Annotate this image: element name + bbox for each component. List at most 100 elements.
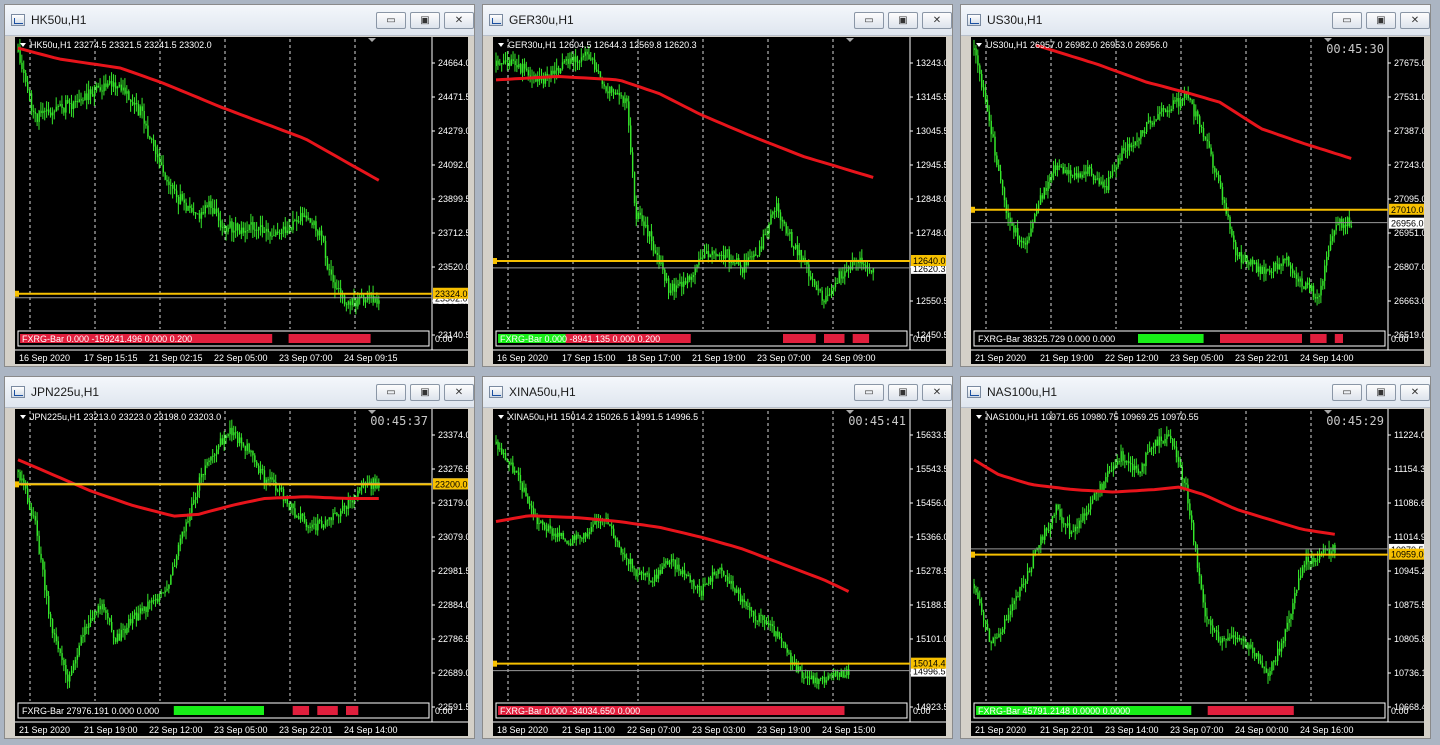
price-chart[interactable]: 13243.0 13145.5 13045.5 12945.5 12848.0 12748… xyxy=(493,37,946,364)
price-tick-label: 11224.00 xyxy=(1394,430,1424,440)
candle-body xyxy=(252,450,254,456)
candle-body xyxy=(139,608,142,614)
close-button[interactable]: ✕ xyxy=(922,12,952,29)
minimize-button[interactable]: ▭ xyxy=(854,384,884,401)
candle-body xyxy=(1127,143,1129,151)
candlesticks xyxy=(17,38,380,315)
maximize-button[interactable]: ▣ xyxy=(410,384,440,401)
chart-shift-marker-icon[interactable] xyxy=(846,38,854,42)
maximize-button[interactable]: ▣ xyxy=(1366,384,1396,401)
candle-body xyxy=(1240,638,1243,640)
close-button[interactable]: ✕ xyxy=(1400,384,1430,401)
minimize-button[interactable]: ▭ xyxy=(854,12,884,29)
close-button[interactable]: ✕ xyxy=(444,12,474,29)
candle-body xyxy=(1206,616,1208,620)
window-titlebar[interactable]: HK50u,H1 ▭ ▣ ✕ xyxy=(5,5,474,36)
maximize-button[interactable]: ▣ xyxy=(888,384,918,401)
maximize-button[interactable]: ▣ xyxy=(888,12,918,29)
minimize-button[interactable]: ▭ xyxy=(1332,12,1362,29)
maximize-button[interactable]: ▣ xyxy=(1366,12,1396,29)
candle-body xyxy=(781,220,784,222)
close-button[interactable]: ✕ xyxy=(922,384,952,401)
window-titlebar[interactable]: GER30u,H1 ▭ ▣ ✕ xyxy=(483,5,952,36)
ask-line-handle[interactable] xyxy=(15,290,19,297)
candle-body xyxy=(1246,255,1248,262)
chart-window-nas100[interactable]: NAS100u,H1 ▭ ▣ ✕ 11224.00 11154.30 11086.6… xyxy=(960,376,1431,739)
candle-body xyxy=(831,672,833,675)
candle-body xyxy=(1254,262,1256,265)
ask-line-handle[interactable] xyxy=(493,258,497,265)
ask-line-handle[interactable] xyxy=(971,206,975,213)
candle-body xyxy=(238,230,241,234)
candle-body xyxy=(1219,641,1222,643)
chart-window-jpn225[interactable]: JPN225u,H1 ▭ ▣ ✕ 23374.0 23276.5 23179.0 23… xyxy=(4,376,475,739)
candle-body xyxy=(671,283,674,291)
candle-body xyxy=(1067,523,1069,526)
candle-body xyxy=(754,615,757,621)
candle-body xyxy=(652,241,655,251)
candle-body xyxy=(700,590,703,596)
candle-body xyxy=(151,600,153,603)
candle-body xyxy=(821,677,824,679)
window-titlebar[interactable]: XINA50u,H1 ▭ ▣ ✕ xyxy=(483,377,952,408)
candle-body xyxy=(721,254,723,257)
chart-menu-triangle-icon[interactable] xyxy=(20,415,26,419)
window-title: HK50u,H1 xyxy=(31,13,87,27)
window-titlebar[interactable]: US30u,H1 ▭ ▣ ✕ xyxy=(961,5,1430,36)
chart-menu-triangle-icon[interactable] xyxy=(498,43,504,47)
chart-window-xina50[interactable]: XINA50u,H1 ▭ ▣ ✕ 15633.5 15543.5 15456.0 15… xyxy=(482,376,953,739)
price-chart[interactable]: 11224.00 11154.30 11086.60 11014.90 10945.20… xyxy=(971,409,1424,736)
price-chart[interactable]: 27675.0 27531.0 27387.0 27243.0 27095.0 26951… xyxy=(971,37,1424,364)
candle-body xyxy=(829,674,831,676)
candle-body xyxy=(812,279,814,281)
close-button[interactable]: ✕ xyxy=(1400,12,1430,29)
candle-body xyxy=(984,620,987,624)
chart-menu-triangle-icon[interactable] xyxy=(976,43,982,47)
price-tick-label: 15633.5 xyxy=(916,430,946,440)
chart-window-hk50[interactable]: HK50u,H1 ▭ ▣ ✕ 24664.0 24471.5 24279.0 2409… xyxy=(4,4,475,367)
candle-body xyxy=(1064,169,1066,174)
candle-body xyxy=(1092,174,1095,180)
candle-body xyxy=(128,618,130,628)
candle-body xyxy=(834,282,837,288)
candle-body xyxy=(214,454,216,456)
candle-body xyxy=(607,91,609,94)
ask-line-handle[interactable] xyxy=(493,660,497,667)
candle-body xyxy=(78,99,80,102)
window-titlebar[interactable]: JPN225u,H1 ▭ ▣ ✕ xyxy=(5,377,474,408)
time-tick-label: 21 Sep 22:01 xyxy=(1040,725,1094,735)
candle-body xyxy=(1047,529,1050,531)
candle-body xyxy=(78,645,80,656)
price-tick-label: 15456.0 xyxy=(916,498,946,508)
price-chart[interactable]: 24664.0 24471.5 24279.0 24092.0 23899.5 23712… xyxy=(15,37,468,364)
minimize-button[interactable]: ▭ xyxy=(1332,384,1362,401)
chart-menu-triangle-icon[interactable] xyxy=(498,415,504,419)
minimize-button[interactable]: ▭ xyxy=(376,12,406,29)
chart-menu-triangle-icon[interactable] xyxy=(976,415,982,419)
candle-body xyxy=(981,603,983,612)
candle-body xyxy=(296,516,298,518)
price-chart[interactable]: 23374.0 23276.5 23179.0 23079.0 22981.5 22884… xyxy=(15,409,468,736)
close-button[interactable]: ✕ xyxy=(444,384,474,401)
chart-shift-marker-icon[interactable] xyxy=(368,38,376,42)
candle-body xyxy=(1002,629,1004,633)
candle-body xyxy=(1059,509,1061,517)
ask-line-handle[interactable] xyxy=(15,481,19,488)
maximize-button[interactable]: ▣ xyxy=(410,12,440,29)
time-tick-label: 24 Sep 15:00 xyxy=(822,725,876,735)
candle-body xyxy=(166,179,168,182)
candle-body xyxy=(700,257,702,259)
candle-body xyxy=(34,516,37,521)
candle-body xyxy=(719,567,721,570)
chart-window-us30[interactable]: US30u,H1 ▭ ▣ ✕ 27675.0 27531.0 27387.0 2724… xyxy=(960,4,1431,367)
candle-body xyxy=(752,611,755,616)
ask-line-handle[interactable] xyxy=(971,551,975,558)
price-chart[interactable]: 15633.5 15543.5 15456.0 15366.0 15278.5 15188… xyxy=(493,409,946,736)
candle-body xyxy=(217,212,220,221)
indicator-subwindow: FXRG-Bar 0.000 -34034.650 0.000 0.00 xyxy=(495,702,931,719)
window-titlebar[interactable]: NAS100u,H1 ▭ ▣ ✕ xyxy=(961,377,1430,408)
candle-body xyxy=(1121,148,1123,161)
chart-window-ger30[interactable]: GER30u,H1 ▭ ▣ ✕ 13243.0 13145.5 13045.5 129… xyxy=(482,4,953,367)
chart-menu-triangle-icon[interactable] xyxy=(20,43,26,47)
minimize-button[interactable]: ▭ xyxy=(376,384,406,401)
